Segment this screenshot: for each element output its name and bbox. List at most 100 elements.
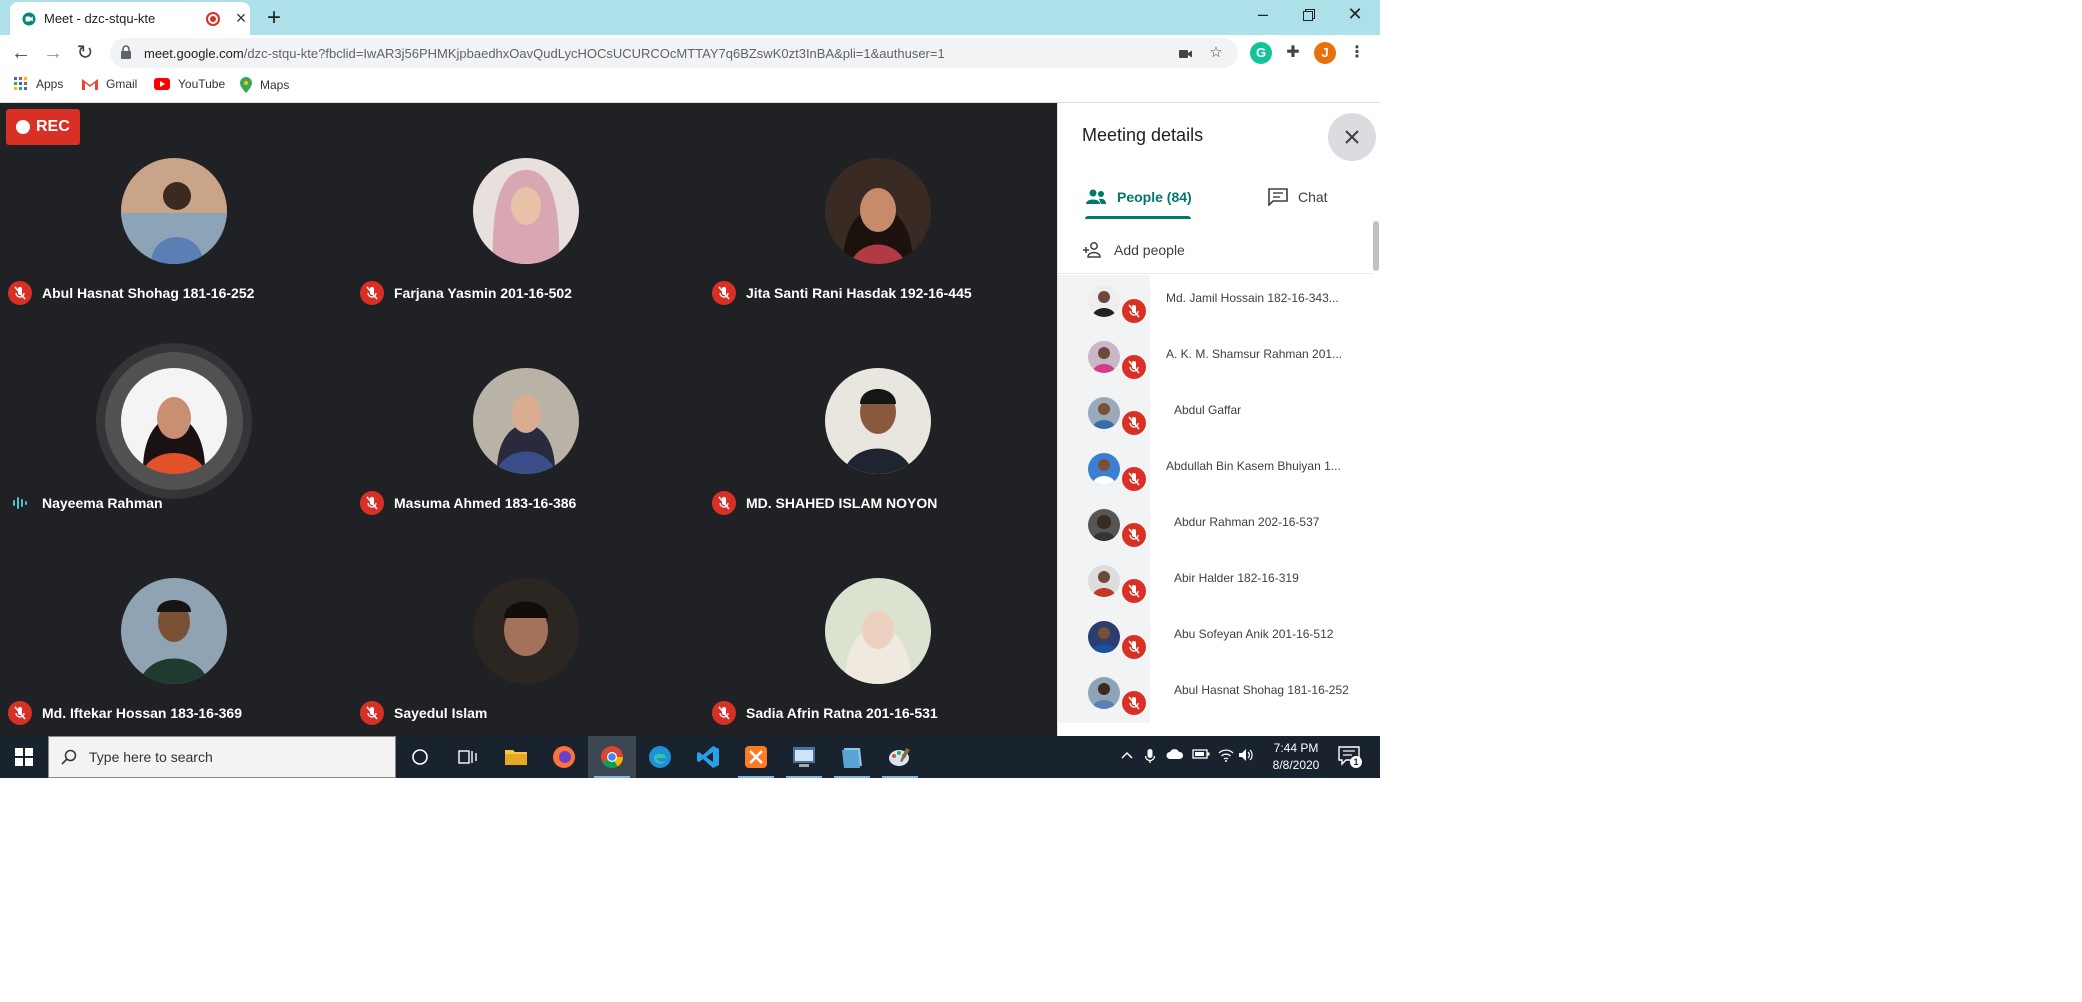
- participant-tile[interactable]: Farjana Yasmin 201-16-502: [352, 103, 704, 313]
- taskbar-chrome[interactable]: [588, 736, 636, 778]
- participant-namebar: Sadia Afrin Ratna 201-16-531: [712, 701, 938, 725]
- bookmark-gmail[interactable]: Gmail: [82, 77, 137, 91]
- mic-muted-icon: [712, 701, 736, 725]
- restore-button[interactable]: [1286, 0, 1332, 30]
- profile-avatar[interactable]: J: [1314, 42, 1336, 64]
- mic-muted-icon: [1122, 691, 1146, 715]
- taskbar-edge[interactable]: [636, 736, 684, 778]
- participant-name: Sayedul Islam: [394, 705, 488, 721]
- participant-tile[interactable]: Sayedul Islam: [352, 523, 704, 733]
- participant-namebar: Sayedul Islam: [360, 701, 487, 725]
- firefox-icon: [553, 746, 575, 768]
- chrome-menu-icon[interactable]: ⋮: [1346, 42, 1368, 64]
- battery-icon[interactable]: [1192, 748, 1210, 763]
- list-item-person[interactable]: Abdur Rahman 202-16-537: [1058, 499, 1376, 555]
- xampp-icon: [745, 746, 767, 768]
- volume-icon[interactable]: [1238, 748, 1254, 765]
- participant-avatar: [473, 578, 579, 684]
- browser-tab-strip: Meet - dzc-stqu-kte × + – ✕: [0, 0, 1380, 35]
- participant-tile[interactable]: Sadia Afrin Ratna 201-16-531: [704, 523, 1056, 733]
- taskbar-search-box[interactable]: Type here to search: [48, 736, 396, 778]
- list-item-person[interactable]: Abir Halder 182-16-319: [1058, 555, 1376, 611]
- window-app-icon: [793, 747, 815, 767]
- minimize-button[interactable]: –: [1240, 0, 1286, 30]
- participant-name: Masuma Ahmed 183-16-386: [394, 495, 577, 511]
- participant-tile[interactable]: Masuma Ahmed 183-16-386: [352, 313, 704, 523]
- extensions-puzzle-icon[interactable]: ✚: [1282, 42, 1304, 64]
- add-people-button[interactable]: Add people: [1082, 235, 1185, 265]
- grammarly-extension-icon[interactable]: G: [1250, 42, 1272, 64]
- meeting-details-panel: Meeting details People (84) Chat Add peo…: [1057, 103, 1380, 736]
- list-item-person[interactable]: Abul Hasnat Shohag 181-16-252: [1058, 667, 1376, 723]
- close-window-button[interactable]: ✕: [1332, 0, 1378, 30]
- restore-icon: [1303, 9, 1315, 21]
- participant-tile[interactable]: Abul Hasnat Shohag 181-16-252: [0, 103, 352, 313]
- mic-muted-icon: [360, 491, 384, 515]
- clock-time: 7:44 PM: [1273, 741, 1319, 755]
- action-center-button[interactable]: 1: [1338, 746, 1362, 768]
- paint-app-icon: [889, 748, 910, 766]
- participant-tile[interactable]: MD. SHAHED ISLAM NOYON: [704, 313, 1056, 523]
- start-button[interactable]: [0, 736, 48, 778]
- youtube-icon: [154, 78, 170, 90]
- participant-name: Jita Santi Rani Hasdak 192-16-445: [746, 285, 972, 301]
- microphone-tray-icon[interactable]: [1144, 748, 1156, 767]
- participant-namebar: Jita Santi Rani Hasdak 192-16-445: [712, 281, 972, 305]
- bookmark-star-icon[interactable]: ☆: [1206, 44, 1226, 64]
- camera-in-use-icon[interactable]: [1176, 44, 1196, 64]
- bookmark-maps[interactable]: Maps: [240, 77, 289, 93]
- list-item-person[interactable]: Abu Sofeyan Anik 201-16-512: [1058, 611, 1376, 667]
- tab-people-label: People (84): [1117, 189, 1192, 205]
- list-item-person[interactable]: Md. Jamil Hossain 182-16-343...: [1058, 275, 1376, 331]
- active-tab-indicator: [1085, 216, 1191, 219]
- participant-avatar: [121, 368, 227, 474]
- tab-title: Meet - dzc-stqu-kte: [44, 11, 156, 26]
- reload-button[interactable]: ↻: [72, 41, 98, 67]
- divider: [1058, 273, 1374, 274]
- taskbar-vscode[interactable]: [684, 736, 732, 778]
- bookmark-apps[interactable]: Apps: [14, 77, 63, 91]
- taskbar-app-notes[interactable]: [828, 736, 876, 778]
- taskbar-app-window[interactable]: [780, 736, 828, 778]
- forward-button[interactable]: →: [40, 41, 66, 67]
- person-avatar: [1088, 285, 1120, 317]
- mic-muted-icon: [1122, 355, 1146, 379]
- panel-scrollbar[interactable]: [1373, 221, 1379, 271]
- participant-tile[interactable]: Jita Santi Rani Hasdak 192-16-445: [704, 103, 1056, 313]
- person-avatar: [1088, 565, 1120, 597]
- tab-people[interactable]: People (84): [1085, 175, 1192, 219]
- cortana-button[interactable]: [396, 736, 444, 778]
- taskbar-clock[interactable]: 7:44 PM 8/8/2020: [1256, 740, 1336, 774]
- close-tab-icon[interactable]: ×: [232, 8, 250, 29]
- participant-namebar: MD. SHAHED ISLAM NOYON: [712, 491, 937, 515]
- clock-date: 8/8/2020: [1272, 758, 1320, 772]
- participant-name: MD. SHAHED ISLAM NOYON: [746, 495, 938, 511]
- task-view-button[interactable]: [444, 736, 492, 778]
- list-item-person[interactable]: Abdullah Bin Kasem Bhuiyan 1...: [1058, 443, 1376, 499]
- participant-tile[interactable]: Md. Iftekar Hossan 183-16-369: [0, 523, 352, 733]
- onedrive-cloud-icon[interactable]: [1166, 748, 1184, 763]
- taskbar-app-paint[interactable]: [876, 736, 924, 778]
- participant-tile-active-speaker[interactable]: Nayeema Rahman: [0, 313, 352, 523]
- notes-app-icon: [842, 748, 862, 768]
- bookmark-youtube[interactable]: YouTube: [154, 77, 225, 91]
- back-button[interactable]: ←: [8, 41, 34, 67]
- show-hidden-icons-chevron-icon[interactable]: [1120, 748, 1134, 765]
- add-people-label: Add people: [1114, 242, 1185, 258]
- taskbar-file-explorer[interactable]: [492, 736, 540, 778]
- address-bar[interactable]: meet.google.com/dzc-stqu-kte?fbclid=IwAR…: [110, 38, 1238, 68]
- list-item-person[interactable]: Abdul Gaffar: [1058, 387, 1376, 443]
- list-item-person[interactable]: A. K. M. Shamsur Rahman 201...: [1058, 331, 1376, 387]
- person-name: Abdul Gaffar: [1174, 403, 1242, 417]
- running-app-indicator: [834, 776, 870, 778]
- new-tab-button[interactable]: +: [262, 4, 286, 32]
- browser-tab-meet[interactable]: Meet - dzc-stqu-kte ×: [10, 2, 250, 35]
- search-placeholder: Type here to search: [89, 749, 213, 765]
- mic-muted-icon: [8, 281, 32, 305]
- mic-muted-icon: [8, 701, 32, 725]
- wifi-icon[interactable]: [1218, 748, 1234, 765]
- tab-chat[interactable]: Chat: [1268, 175, 1328, 219]
- taskbar-firefox[interactable]: [540, 736, 588, 778]
- taskbar-xampp[interactable]: [732, 736, 780, 778]
- close-panel-button[interactable]: [1328, 113, 1376, 161]
